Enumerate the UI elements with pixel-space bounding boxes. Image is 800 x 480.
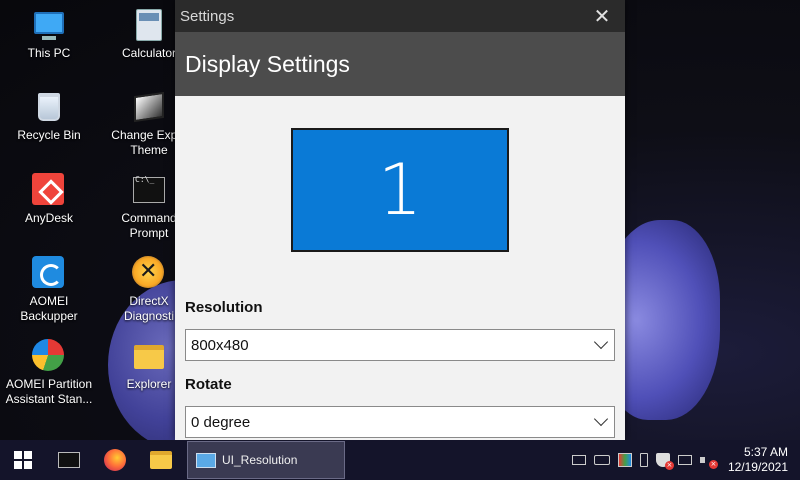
desktop-icon-aomei-partition[interactable]: AOMEI Partition Assistant Stan... (0, 339, 98, 407)
monitor-number: 1 (377, 149, 423, 231)
rotate-label: Rotate (185, 376, 232, 393)
command-prompt-icon (132, 173, 166, 207)
windows-logo-icon (14, 451, 32, 469)
desktop-icon-label: AOMEI Partition Assistant Stan... (5, 377, 93, 406)
usb-icon[interactable] (639, 453, 648, 467)
settings-window: Settings ✕ Display Settings 1 Resolution… (175, 0, 625, 440)
security-icon[interactable]: × (655, 453, 674, 470)
desktop-icon-label: Explorer (126, 377, 172, 391)
clock-date: 12/19/2021 (727, 460, 788, 474)
taskbar-app-label: UI_Resolution (222, 453, 298, 467)
chevron-down-icon (593, 411, 609, 427)
taskbar-clock[interactable]: 5:37 AM 12/19/2021 (728, 445, 788, 475)
command-prompt-icon (58, 452, 80, 468)
desktop-icon-anydesk[interactable]: AnyDesk (0, 173, 98, 226)
aomei-backupper-icon (32, 256, 66, 290)
chevron-down-icon (593, 334, 609, 350)
firefox-icon (104, 449, 126, 471)
desktop-icon-aomei-backupper[interactable]: AOMEI Backupper (0, 256, 98, 324)
monitor-icon (32, 8, 66, 42)
folder-icon (132, 339, 166, 373)
taskbar-explorer[interactable] (138, 440, 184, 480)
rotate-value: 0 degree (191, 413, 251, 431)
app-window-icon (196, 452, 216, 468)
resolution-value: 800x480 (191, 336, 249, 354)
rotate-dropdown[interactable]: 0 degree (185, 406, 615, 438)
directx-icon (132, 256, 166, 290)
page-title: Display Settings (185, 50, 350, 77)
desktop-icon-label: This PC (27, 46, 71, 60)
recycle-bin-icon (32, 90, 66, 124)
network-icon[interactable] (571, 455, 586, 465)
desktop-icon-label: Calculator (121, 46, 177, 60)
taskbar-app-ui-resolution[interactable]: UI_Resolution (187, 441, 345, 479)
close-icon: ✕ (593, 4, 611, 28)
desktop-icon-label: DirectX Diagnosti (123, 294, 175, 323)
aomei-partition-icon (32, 339, 66, 373)
display-monitor-tile[interactable]: 1 (291, 128, 509, 252)
start-button[interactable] (0, 440, 46, 480)
taskbar-firefox[interactable] (92, 440, 138, 480)
pc-icon[interactable] (677, 455, 692, 465)
system-tray: × × 5:37 AM 12/19/2021 (571, 445, 800, 475)
settings-content: 1 Resolution 800x480 Rotate 0 degree (175, 96, 625, 440)
color-icon[interactable] (617, 453, 632, 467)
anydesk-icon (32, 173, 66, 207)
desktop-icon-label: Recycle Bin (17, 128, 81, 142)
desktop-icon-label: AOMEI Backupper (20, 294, 78, 323)
keyboard-icon[interactable] (593, 455, 610, 465)
volume-muted-icon[interactable]: × (699, 454, 718, 469)
window-title: Settings (180, 7, 235, 25)
window-titlebar[interactable]: Settings ✕ (175, 0, 625, 32)
page-header: Display Settings (175, 32, 625, 96)
taskbar: UI_Resolution × × 5:37 AM 12/19/2021 (0, 440, 800, 480)
taskbar-command-prompt[interactable] (46, 440, 92, 480)
desktop-icon-label: AnyDesk (24, 211, 74, 225)
desktop-icon-recycle-bin[interactable]: Recycle Bin (0, 90, 98, 143)
calculator-icon (132, 8, 166, 42)
resolution-label: Resolution (185, 299, 263, 316)
desktop-icon-this-pc[interactable]: This PC (0, 8, 98, 61)
resolution-dropdown[interactable]: 800x480 (185, 329, 615, 361)
clock-time: 5:37 AM (743, 445, 788, 459)
theme-icon (132, 90, 166, 124)
desktop-icon-label: Command Prompt (121, 211, 177, 240)
desktop: This PC Recycle Bin AnyDesk AOMEI Backup… (0, 0, 800, 440)
folder-icon (150, 451, 172, 469)
close-button[interactable]: ✕ (579, 0, 625, 32)
